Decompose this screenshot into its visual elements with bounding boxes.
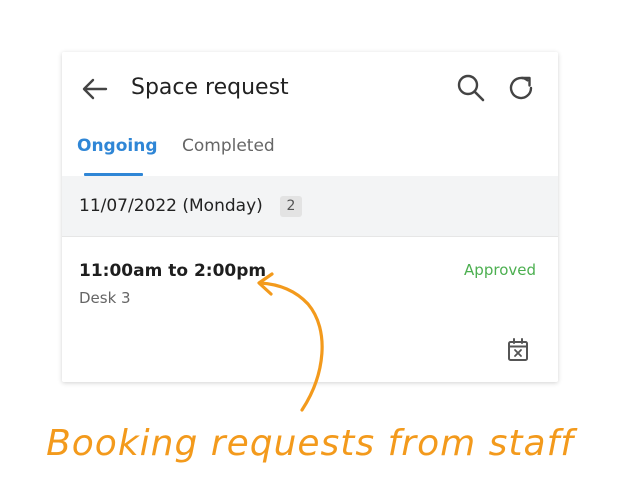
cancel-booking-button[interactable] [506,337,530,363]
tab-completed[interactable]: Completed [182,132,275,160]
page-title: Space request [131,75,289,100]
screenshot-stage: Space request Ongoing Completed 11/07/20… [0,0,620,481]
request-count-badge: 2 [280,196,302,217]
group-date: 11/07/2022 (Monday) [79,196,263,216]
refresh-icon [509,76,533,100]
status-badge: Approved [464,261,536,279]
app-bar: Space request [62,52,558,124]
refresh-button[interactable] [505,72,537,104]
back-button[interactable] [80,74,110,104]
request-time-range: 11:00am to 2:00pm [79,261,267,281]
date-group-header: 11/07/2022 (Monday) 2 [62,176,558,237]
tab-bar: Ongoing Completed [62,124,558,176]
search-button[interactable] [455,72,487,104]
request-resource: Desk 3 [79,289,131,307]
tab-ongoing[interactable]: Ongoing [77,132,158,160]
arrow-left-icon [82,78,108,100]
annotation-arrow-icon [257,272,324,412]
calendar-cancel-icon [508,338,528,361]
search-icon [457,74,485,102]
annotation-caption: Booking requests from staff [46,423,574,464]
